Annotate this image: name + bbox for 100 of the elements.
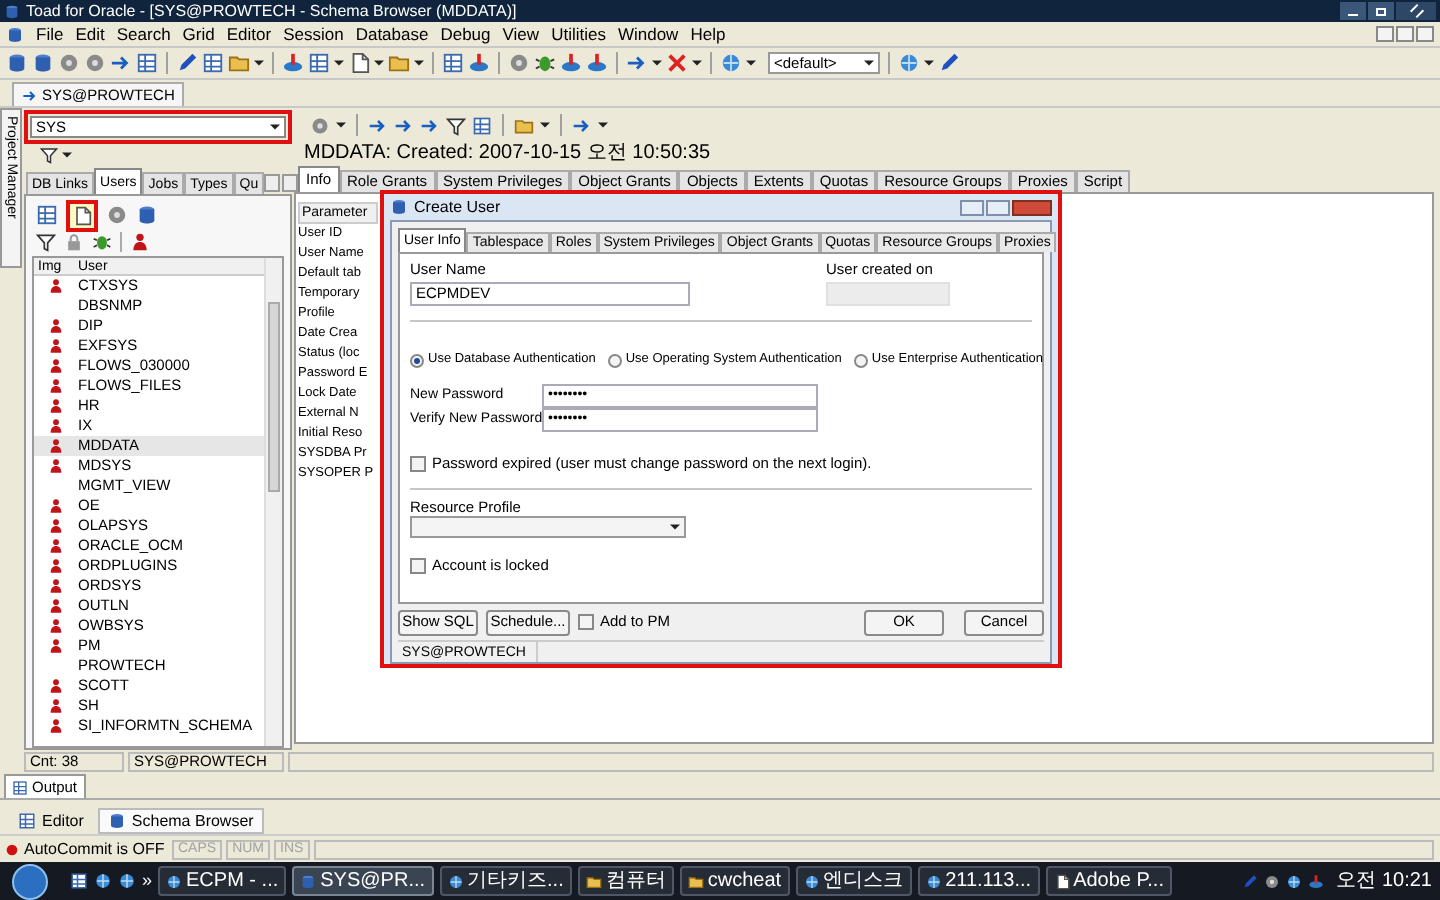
taskbar-button[interactable]: cwcheat <box>679 866 790 896</box>
caret-icon <box>62 152 72 158</box>
arrow-icon[interactable] <box>626 52 648 74</box>
filter-icon[interactable] <box>40 146 58 164</box>
database-icon <box>390 198 408 216</box>
folder-icon <box>585 873 602 889</box>
menu-item[interactable]: File <box>36 25 64 43</box>
checkbox[interactable] <box>578 614 594 630</box>
database-icon[interactable] <box>136 204 158 226</box>
filter-icon[interactable] <box>36 231 56 251</box>
maximize-button[interactable] <box>1368 2 1394 20</box>
taskbar-button[interactable]: ECPM - ... <box>158 866 287 896</box>
start-button[interactable] <box>12 863 48 899</box>
menu-item[interactable]: Search <box>116 25 171 43</box>
caret-icon <box>692 60 702 66</box>
radio-button[interactable] <box>607 353 622 367</box>
user-icon <box>48 418 64 434</box>
menu-item[interactable]: Editor <box>226 25 272 43</box>
lock-icon[interactable] <box>64 231 84 251</box>
clock: 오전 10:21 <box>1336 871 1432 891</box>
radio-button[interactable] <box>410 353 424 367</box>
user-icon <box>48 498 64 514</box>
disk-icon[interactable] <box>282 52 304 74</box>
user-icon <box>48 518 64 534</box>
menu-item[interactable]: Utilities <box>551 25 606 43</box>
disk-icon[interactable] <box>586 52 608 74</box>
user-icon[interactable] <box>130 231 150 251</box>
pencil-icon[interactable] <box>938 52 960 74</box>
resource-profile-combo[interactable] <box>410 516 686 538</box>
filter-icon[interactable] <box>446 115 466 135</box>
dot-icon <box>4 841 20 857</box>
document-icon[interactable] <box>72 205 92 225</box>
globe-icon <box>925 873 942 889</box>
cross-icon[interactable] <box>666 52 688 74</box>
menu-item[interactable]: Database <box>355 25 429 43</box>
tab[interactable]: Schema Browser <box>97 808 264 834</box>
taskbar-button[interactable]: 엔디스크 <box>795 866 912 896</box>
caret-icon <box>270 124 280 130</box>
user-icon <box>48 618 64 634</box>
user-icon <box>48 558 64 574</box>
database-icon[interactable] <box>32 52 54 74</box>
menu-item[interactable]: View <box>502 25 540 43</box>
checkbox[interactable] <box>410 558 426 574</box>
globe-icon[interactable] <box>94 872 112 890</box>
document-icon <box>1053 873 1070 889</box>
caret-icon <box>598 122 608 128</box>
menu-item[interactable]: Session <box>283 25 344 43</box>
disk-icon[interactable] <box>468 52 490 74</box>
close-button[interactable] <box>1396 2 1436 20</box>
minimize-button[interactable] <box>1340 2 1366 20</box>
taskbar-button[interactable]: SYS@PR... <box>292 866 434 896</box>
user-icon <box>48 378 64 394</box>
taskbar-button[interactable]: 211.113... <box>917 866 1040 896</box>
pencil-icon[interactable] <box>176 52 198 74</box>
arrow-icon[interactable] <box>394 115 414 135</box>
checkbox[interactable] <box>410 455 426 471</box>
arrow-icon[interactable] <box>420 115 440 135</box>
database-icon[interactable] <box>6 25 24 43</box>
disk-icon[interactable] <box>1308 873 1325 889</box>
user-icon <box>48 318 64 334</box>
user-icon <box>48 358 64 374</box>
object-info: MDDATA: Created: 2007-10-15 오전 10:50:35 <box>304 144 711 164</box>
menu-item[interactable]: Debug <box>440 25 491 43</box>
dialog-title: Create User <box>414 199 501 215</box>
user-icon <box>48 438 64 454</box>
grid-icon[interactable] <box>70 872 88 890</box>
menu-item[interactable]: Help <box>690 25 726 43</box>
menu-item[interactable]: Window <box>617 25 679 43</box>
bug-icon[interactable] <box>92 231 112 251</box>
user-icon <box>48 278 64 294</box>
folder-icon <box>687 873 704 889</box>
folder-icon[interactable] <box>388 52 410 74</box>
globe-icon[interactable] <box>1286 873 1303 889</box>
taskbar-button[interactable]: 기타키즈... <box>439 866 572 896</box>
arrow-icon[interactable] <box>572 115 592 135</box>
taskbar-button[interactable]: 컴퓨터 <box>577 866 674 896</box>
arrow-icon[interactable] <box>368 115 388 135</box>
document-icon[interactable] <box>348 52 370 74</box>
bug-icon[interactable] <box>534 52 556 74</box>
user-icon <box>48 598 64 614</box>
globe-icon <box>803 873 820 889</box>
arrow-icon[interactable] <box>110 52 132 74</box>
folder-icon[interactable] <box>514 115 534 135</box>
globe-icon[interactable] <box>118 872 136 890</box>
grid-icon <box>18 812 36 830</box>
database-icon[interactable] <box>6 52 28 74</box>
menu-item[interactable]: Edit <box>75 25 105 43</box>
radio-button[interactable] <box>853 353 868 367</box>
tab[interactable]: Editor <box>8 808 94 834</box>
scroll-right-button[interactable] <box>282 174 299 192</box>
close-button[interactable] <box>1012 199 1052 215</box>
overflow-chevron[interactable]: » <box>142 872 153 890</box>
disk-icon[interactable] <box>560 52 582 74</box>
minimize-button[interactable] <box>1376 26 1394 42</box>
folder-icon[interactable] <box>228 52 250 74</box>
menu-item[interactable]: Grid <box>182 25 215 43</box>
grid-icon <box>12 779 28 795</box>
taskbar-button[interactable]: Adobe P... <box>1045 866 1172 896</box>
restore-button[interactable] <box>1396 26 1414 42</box>
scrollbar[interactable] <box>264 258 282 746</box>
